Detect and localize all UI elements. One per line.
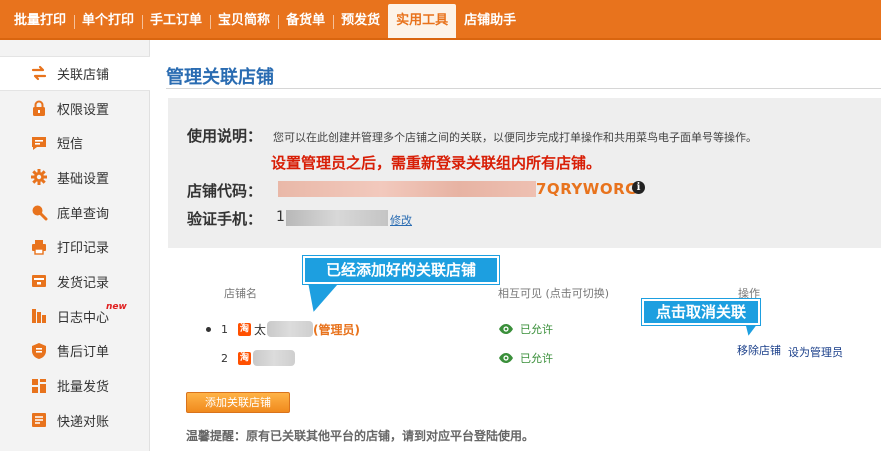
eye-icon — [499, 353, 513, 363]
phone-label: 验证手机： — [187, 210, 263, 228]
taobao-icon: 淘 — [238, 322, 251, 336]
info-icon[interactable]: i — [632, 181, 645, 194]
tab-pre-ship[interactable]: 预发货 — [333, 4, 388, 38]
shop-name-redacted — [267, 321, 313, 337]
callout-added-shops: 已经添加好的关联店铺 — [303, 256, 499, 284]
sidebar-item-waybill-query[interactable]: 底单查询 — [0, 195, 149, 230]
add-linked-shop-button[interactable]: 添加关联店铺 — [186, 392, 290, 413]
shop-code-value: 7QRYWORG — [536, 180, 638, 198]
box-icon — [30, 272, 48, 290]
shop-code-redacted — [278, 181, 536, 197]
sidebar-item-courier-reconcile[interactable]: 快递对账 — [0, 403, 149, 438]
mutual-visible-toggle[interactable]: 已允许 — [498, 321, 553, 337]
tab-batch-print[interactable]: 批量打印 — [6, 4, 74, 38]
row-index: 2 — [221, 351, 228, 365]
message-icon — [30, 134, 48, 152]
table-row: 1 淘 太 (管理员) 已允许 — [203, 315, 566, 343]
sidebar: 关联店铺 权限设置 短信 基础设置 底单查询 打印记录 发货记录 日志中心 ne… — [0, 40, 150, 451]
taobao-icon: 淘 — [238, 351, 251, 365]
printer-icon — [30, 238, 48, 256]
admin-tag: (管理员) — [313, 322, 360, 337]
phone-prefix: 1 — [276, 209, 285, 225]
sidebar-item-label: 日志中心 — [57, 310, 110, 326]
tab-item-alias[interactable]: 宝贝简称 — [210, 4, 278, 38]
log-icon — [30, 307, 48, 325]
warning-text: 设置管理员之后，需重新登录关联组内所有店铺。 — [271, 154, 602, 172]
shop-name-redacted — [253, 350, 295, 366]
sidebar-item-sms[interactable]: 短信 — [0, 125, 149, 160]
reminder-text: 温馨提醒：原有已关联其他平台的店铺，请到对应平台登陆使用。 — [186, 429, 535, 443]
sidebar-item-ship-records[interactable]: 发货记录 — [0, 264, 149, 299]
sidebar-item-print-records[interactable]: 打印记录 — [0, 229, 149, 264]
lock-icon — [30, 99, 48, 117]
column-header-shop-name: 店铺名 — [224, 287, 257, 300]
callout-pointer — [744, 322, 762, 341]
sidebar-item-label: 权限设置 — [57, 102, 110, 118]
sidebar-item-log-center[interactable]: 日志中心 new — [0, 299, 149, 334]
callout-click-to-remove: 点击取消关联 — [642, 299, 760, 325]
shield-icon — [30, 342, 48, 360]
tab-manual-order[interactable]: 手工订单 — [142, 4, 210, 38]
sidebar-item-linked-shops[interactable]: 关联店铺 — [0, 56, 150, 91]
sidebar-item-label: 批量发货 — [57, 380, 110, 396]
page-title: 管理关联店铺 — [166, 67, 274, 88]
sidebar-item-label: 短信 — [57, 137, 84, 153]
sidebar-item-label: 底单查询 — [57, 206, 110, 222]
gear-icon — [30, 168, 48, 186]
column-header-mutual-visible: 相互可见 (点击可切换) — [498, 287, 610, 300]
tab-shop-assistant[interactable]: 店铺助手 — [456, 4, 524, 38]
sidebar-item-batch-ship[interactable]: 批量发货 — [0, 368, 149, 403]
row-index: 1 — [221, 322, 228, 336]
sidebar-item-label: 发货记录 — [57, 275, 110, 291]
sidebar-item-label: 关联店铺 — [57, 67, 110, 83]
sidebar-item-after-sales[interactable]: 售后订单 — [0, 334, 149, 369]
sidebar-item-permissions[interactable]: 权限设置 — [0, 91, 149, 126]
usage-description: 您可以在此创建并管理多个店铺之间的关联，以便同步完成打单操作和共用菜鸟电子面单号… — [273, 131, 757, 144]
permission-status: 已允许 — [520, 323, 553, 336]
phone-redacted — [286, 210, 388, 226]
eye-icon — [499, 324, 513, 334]
table-row: 2 淘 已允许 — [203, 344, 566, 372]
set-admin-link[interactable]: 设为管理员 — [788, 344, 843, 360]
shop-name: 太 — [254, 322, 267, 337]
modify-phone-link[interactable]: 修改 — [390, 212, 412, 228]
title-divider — [166, 88, 881, 89]
tab-utilities[interactable]: 实用工具 — [388, 4, 457, 38]
usage-label: 使用说明： — [187, 127, 263, 145]
search-icon — [30, 203, 48, 221]
tab-stock-list[interactable]: 备货单 — [278, 4, 333, 38]
sidebar-item-label: 基础设置 — [57, 171, 110, 187]
shop-code-label: 店铺代码： — [187, 182, 263, 200]
permission-status: 已允许 — [520, 352, 553, 365]
current-row-bullet — [206, 326, 211, 332]
reconcile-icon — [30, 411, 48, 429]
swap-arrows-icon — [30, 64, 48, 82]
sidebar-item-label: 售后订单 — [57, 345, 110, 361]
sidebar-item-label: 快递对账 — [57, 414, 110, 430]
callout-pointer — [305, 282, 343, 316]
mutual-visible-toggle[interactable]: 已允许 — [498, 350, 553, 366]
sidebar-item-label: 打印记录 — [57, 241, 110, 257]
linked-shops-list: 1 淘 太 (管理员) 已允许 2 淘 已允许 — [203, 314, 566, 375]
top-nav: 批量打印 单个打印 手工订单 宝贝简称 备货单 预发货 实用工具 店铺助手 — [0, 0, 881, 40]
sidebar-item-basic-settings[interactable]: 基础设置 — [0, 160, 149, 195]
grid-icon — [30, 377, 48, 395]
new-badge: new — [106, 301, 127, 312]
remove-shop-button[interactable]: 移除店铺 — [733, 340, 785, 362]
tab-single-print[interactable]: 单个打印 — [74, 4, 142, 38]
info-panel: 使用说明： 您可以在此创建并管理多个店铺之间的关联，以便同步完成打单操作和共用菜… — [168, 98, 881, 248]
